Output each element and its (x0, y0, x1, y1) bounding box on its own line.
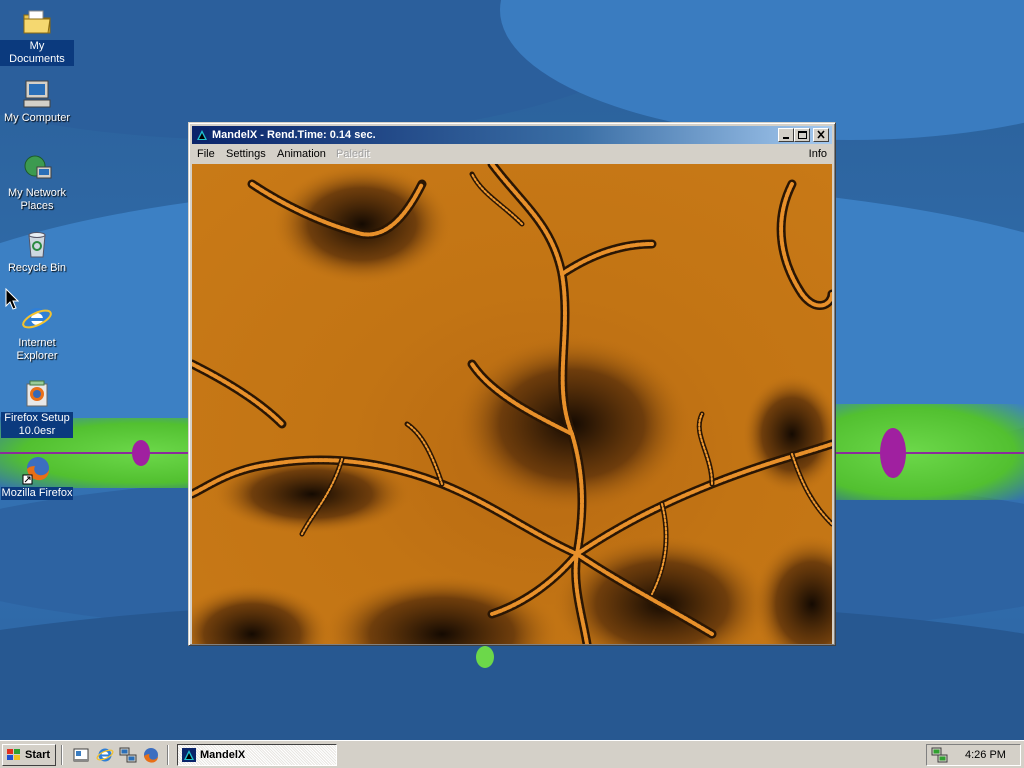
firefox-icon (22, 457, 49, 485)
taskbar-button-label: MandelX (200, 749, 246, 761)
desktop-icon-internet-explorer[interactable]: Internet Explorer (0, 303, 74, 363)
menu-info[interactable]: Info (809, 148, 827, 160)
desktop: My Documents My Computer My Network Plac… (0, 0, 1024, 740)
computer-icon (23, 80, 51, 108)
recycle-bin-icon (28, 232, 46, 258)
internet-explorer-icon (22, 308, 52, 330)
maximize-button[interactable] (794, 128, 810, 142)
minimize-button[interactable] (778, 128, 794, 142)
start-label: Start (25, 749, 51, 761)
desktop-icon-firefox-setup[interactable]: Firefox Setup 10.0esr (0, 378, 74, 438)
fractal-image (192, 164, 832, 644)
folder-documents-icon (23, 10, 51, 34)
window-titlebar[interactable]: MandelX - Rend.Time: 0.14 sec. (192, 126, 832, 144)
desktop-icon-label: My Computer (3, 112, 71, 124)
taskbar: Start MandelX 4:26 PM (0, 740, 1024, 768)
mandelx-app-icon (182, 748, 196, 762)
mandelx-window[interactable]: MandelX - Rend.Time: 0.14 sec. File Sett… (188, 122, 836, 646)
desktop-icon-label: Recycle Bin (7, 262, 67, 274)
menu-animation[interactable]: Animation (277, 148, 326, 160)
desktop-icon-label: My Documents (0, 40, 74, 66)
network-places-icon (24, 155, 52, 179)
menu-settings[interactable]: Settings (226, 148, 266, 160)
desktop-icon-my-computer[interactable]: My Computer (0, 78, 74, 125)
internet-explorer-icon[interactable] (96, 746, 114, 764)
desktop-icon-my-network-places[interactable]: My Network Places (0, 153, 74, 213)
fractal-canvas[interactable] (192, 164, 832, 644)
clock[interactable]: 4:26 PM (965, 749, 1006, 761)
taskbar-separator (167, 745, 169, 765)
window-title: MandelX - Rend.Time: 0.14 sec. (212, 129, 376, 141)
close-button[interactable] (813, 128, 829, 142)
desktop-icon-label: Internet Explorer (16, 337, 58, 362)
background-wave (500, 0, 1024, 140)
desktop-icon-label: My Network Places (7, 187, 67, 212)
fractal-bulb-left (132, 440, 150, 466)
firefox-icon[interactable] (142, 746, 160, 764)
desktop-icon-my-documents[interactable]: My Documents (0, 6, 74, 66)
desktop-icon-label: Mozilla Firefox (0, 487, 74, 500)
desktop-icon-label: Firefox Setup 10.0esr (1, 412, 73, 438)
network-icon[interactable] (119, 746, 137, 764)
close-icon (817, 130, 825, 139)
minimize-icon (783, 137, 789, 139)
taskbar-button-mandelx[interactable]: MandelX (177, 744, 337, 766)
taskbar-separator (61, 745, 63, 765)
installer-icon (26, 380, 48, 407)
windows-logo-icon (7, 749, 20, 760)
network-tray-icon[interactable] (931, 747, 949, 763)
menu-bar: File Settings Animation Paledit Info (192, 145, 832, 163)
mouse-cursor-icon (5, 288, 19, 310)
menu-file[interactable]: File (197, 148, 215, 160)
desktop-icon-recycle-bin[interactable]: Recycle Bin (0, 228, 74, 275)
system-tray: 4:26 PM (926, 744, 1021, 766)
start-button[interactable]: Start (2, 744, 56, 766)
maximize-icon (798, 131, 807, 139)
fractal-bulb-right (880, 428, 906, 478)
fractal-bulb-bottom (476, 646, 494, 668)
desktop-icon-mozilla-firefox[interactable]: Mozilla Firefox (0, 453, 74, 500)
mandelx-app-icon[interactable] (195, 128, 209, 142)
menu-paledit[interactable]: Paledit (336, 148, 370, 160)
show-desktop-icon[interactable] (72, 746, 90, 764)
